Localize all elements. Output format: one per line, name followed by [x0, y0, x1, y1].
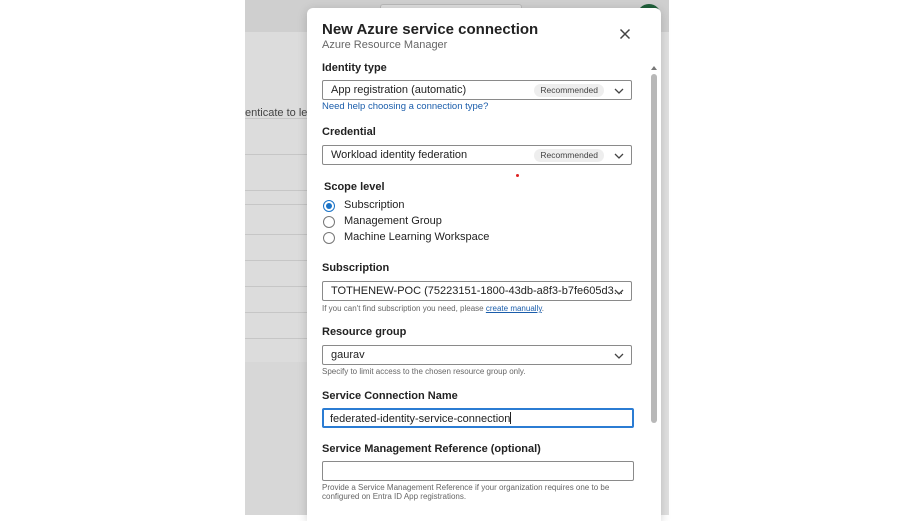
service-connection-dialog: New Azure service connection Azure Resou…: [307, 8, 661, 521]
background-partial-text: enticate to lev: [245, 107, 313, 119]
subscription-hint-text: If you can't find subscription you need,…: [322, 304, 486, 313]
radio-button[interactable]: [323, 216, 335, 228]
service-connection-name-input[interactable]: federated-identity-service-connection: [322, 408, 634, 428]
radio-label: Machine Learning Workspace: [344, 231, 490, 243]
dialog-subtitle: Azure Resource Manager: [322, 39, 448, 51]
scroll-up-arrow-icon[interactable]: [651, 66, 657, 70]
text-caret: [510, 412, 512, 424]
radio-label: Management Group: [344, 215, 442, 227]
service-management-reference-hint-2: configured on Entra ID App registrations…: [322, 492, 467, 501]
service-management-reference-label: Service Management Reference (optional): [322, 443, 541, 455]
close-icon: [619, 28, 631, 40]
service-management-reference-hint-1: Provide a Service Management Reference i…: [322, 483, 610, 492]
chevron-down-icon: [613, 350, 625, 362]
credential-label: Credential: [322, 126, 376, 138]
chevron-down-icon: [613, 85, 625, 97]
radio-button[interactable]: [323, 232, 335, 244]
scrollbar-thumb[interactable]: [651, 74, 657, 423]
subscription-hint: If you can't find subscription you need,…: [322, 304, 544, 313]
background-panel: [245, 32, 307, 362]
connection-type-help-link[interactable]: Need help choosing a connection type?: [322, 101, 488, 112]
create-manually-link[interactable]: create manually: [486, 304, 542, 313]
close-button[interactable]: [617, 26, 633, 42]
identity-type-value: App registration (automatic): [331, 84, 467, 96]
credential-value: Workload identity federation: [331, 149, 468, 161]
dialog-title: New Azure service connection: [322, 21, 539, 38]
service-management-reference-input[interactable]: [322, 461, 634, 481]
resource-group-hint: Specify to limit access to the chosen re…: [322, 367, 526, 376]
identity-type-label: Identity type: [322, 62, 387, 74]
subscription-value: TOTHENEW-POC (75223151-1800-43db-a8f3-b7…: [331, 285, 623, 297]
service-connection-name-value: federated-identity-service-connection: [330, 412, 512, 425]
input-text: federated-identity-service-connection: [330, 413, 511, 425]
radio-label: Subscription: [344, 199, 405, 211]
resource-group-label: Resource group: [322, 326, 407, 338]
chevron-down-icon: [613, 150, 625, 162]
service-connection-name-label: Service Connection Name: [322, 390, 458, 402]
red-mark: [516, 174, 519, 177]
recommended-badge: Recommended: [534, 84, 604, 97]
radio-button-selected[interactable]: [323, 200, 335, 212]
resource-group-dropdown[interactable]: gaurav: [322, 345, 632, 365]
resource-group-value: gaurav: [331, 349, 365, 361]
identity-type-dropdown[interactable]: App registration (automatic) Recommended: [322, 80, 632, 100]
chevron-down-icon: [613, 286, 625, 298]
recommended-badge: Recommended: [534, 149, 604, 162]
subscription-hint-end: .: [541, 304, 544, 313]
subscription-label: Subscription: [322, 262, 390, 274]
credential-dropdown[interactable]: Workload identity federation Recommended: [322, 145, 632, 165]
subscription-dropdown[interactable]: TOTHENEW-POC (75223151-1800-43db-a8f3-b7…: [322, 281, 632, 301]
scope-level-label: Scope level: [324, 181, 385, 193]
dialog-content: New Azure service connection Azure Resou…: [307, 8, 647, 521]
dialog-scrollbar[interactable]: [650, 66, 658, 521]
